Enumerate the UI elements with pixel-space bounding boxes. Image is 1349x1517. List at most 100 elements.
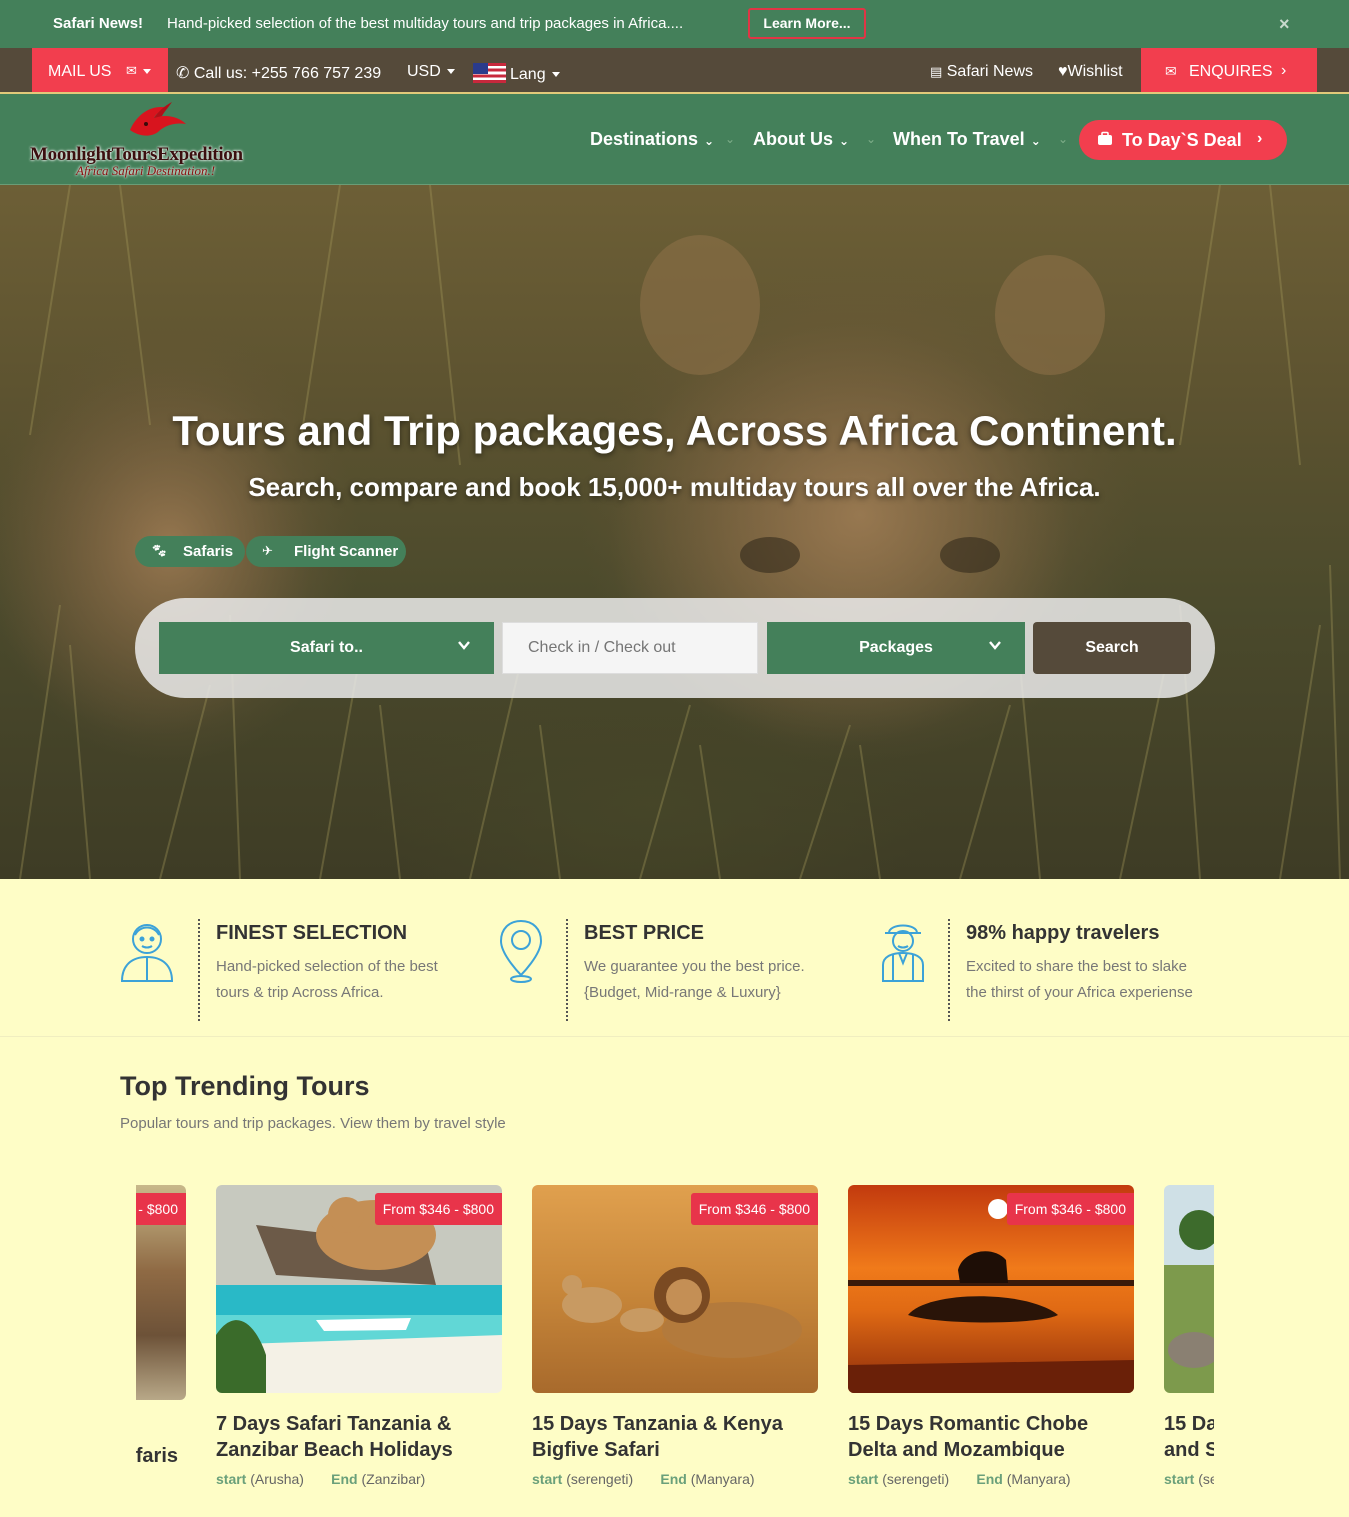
- utility-bar: MAIL US ✉ ✆ Call us: +255 766 757 239 US…: [0, 48, 1349, 94]
- location-pin-icon: [499, 919, 543, 983]
- chevron-down-icon: ⌄: [839, 134, 850, 148]
- hero-subtitle: Search, compare and book 15,000+ multida…: [248, 472, 1101, 502]
- trending-subtitle: Popular tours and trip packages. View th…: [120, 1115, 506, 1132]
- tour-title: faris: [136, 1445, 178, 1467]
- envelope-icon: ✉: [1165, 63, 1177, 79]
- paw-icon: 🐾︎: [151, 543, 168, 558]
- news-bar: Safari News! Hand-picked selection of th…: [0, 0, 1349, 48]
- chevron-right-icon: ›: [1281, 62, 1287, 79]
- chevron-down-icon: [458, 641, 470, 650]
- tour-card-partial[interactable]: 15 Da and S start (se: [1164, 1185, 1214, 1517]
- tour-title: 7 Days Safari Tanzania & Zanzibar Beach …: [216, 1413, 453, 1461]
- package-label: Packages: [859, 639, 933, 656]
- envelope-icon: ✉: [126, 63, 151, 79]
- tour-image: [1164, 1185, 1214, 1393]
- mail-us-button[interactable]: MAIL US ✉: [32, 48, 168, 92]
- learn-more-button[interactable]: Learn More...: [748, 8, 866, 39]
- us-flag-icon: [473, 63, 506, 83]
- tours-carousel[interactable]: - $800 faris From $346 - $800 7 Days Saf…: [136, 1185, 1214, 1517]
- destination-label: Safari to..: [290, 639, 363, 656]
- tab-safaris-label: Safaris: [183, 543, 234, 560]
- feature-divider: [566, 919, 568, 1021]
- feature-divider: [948, 919, 950, 1021]
- tour-meta: start (Arusha) End (Zanzibar): [216, 1471, 426, 1487]
- destination-select[interactable]: Safari to..: [159, 622, 494, 674]
- feature-description: Hand-picked selection of the best tours &…: [216, 958, 438, 1001]
- wishlist-link[interactable]: ♥Wishlist: [1058, 63, 1123, 81]
- news-title: Safari News!: [53, 15, 144, 32]
- phone-icon: ✆: [176, 65, 190, 82]
- todays-deal-button[interactable]: To Day`S Deal ›: [1079, 120, 1287, 160]
- briefcase-icon: [1098, 131, 1112, 145]
- feature-title: FINEST SELECTION: [216, 922, 408, 944]
- nav-separator: ⌄: [1058, 132, 1069, 146]
- tab-safaris[interactable]: 🐾︎ Safaris: [135, 536, 245, 567]
- hero-banner: Tours and Trip packages, Across Africa C…: [0, 185, 1349, 879]
- tour-card[interactable]: From $346 - $800 15 Days Tanzania & Keny…: [532, 1185, 818, 1517]
- hero-background-image: [0, 185, 1341, 879]
- chevron-down-icon: [446, 69, 455, 75]
- tour-price: From $346 - $800: [690, 1193, 818, 1225]
- todays-deal-label: To Day`S Deal: [1122, 130, 1242, 150]
- tour-meta: start (se: [1164, 1471, 1214, 1487]
- chevron-down-icon: [551, 72, 560, 78]
- safari-news-label: Safari News: [946, 63, 1033, 80]
- currency-label: USD: [407, 63, 441, 80]
- call-us-label: Call us: +255 766 757 239: [193, 65, 382, 82]
- tour-meta: start (serengeti) End (Manyara): [848, 1471, 1071, 1487]
- tour-meta: start (serengeti) End (Manyara): [532, 1471, 755, 1487]
- feature-best-price: BEST PRICE We guarantee you the best pri…: [499, 879, 859, 1037]
- dates-input[interactable]: [502, 622, 758, 674]
- tour-title: 15 Days Romantic Chobe Delta and Mozambi…: [848, 1413, 1089, 1461]
- newspaper-icon: ▤: [930, 64, 943, 79]
- tour-card[interactable]: From $346 - $800 7 Days Safari Tanzania …: [216, 1185, 502, 1517]
- chevron-right-icon: ›: [1257, 130, 1263, 147]
- enquires-label: ENQUIRES: [1189, 63, 1273, 80]
- tour-price: - $800: [136, 1193, 186, 1225]
- feature-title: BEST PRICE: [584, 922, 705, 944]
- wishlist-label: Wishlist: [1067, 63, 1123, 80]
- tour-price: From $346 - $800: [374, 1193, 502, 1225]
- tour-card-partial[interactable]: - $800 faris: [136, 1185, 186, 1517]
- nav-about-us-label: About Us: [753, 129, 833, 149]
- tour-card[interactable]: From $346 - $800 15 Days Romantic Chobe …: [848, 1185, 1134, 1517]
- feature-happy-travelers: 98% happy travelers Excited to share the…: [879, 879, 1239, 1037]
- feature-description: We guarantee you the best price. {Budget,…: [584, 958, 805, 1001]
- call-us-link[interactable]: ✆ Call us: +255 766 757 239: [176, 63, 381, 83]
- chevron-down-icon: ⌄: [1030, 134, 1041, 148]
- main-nav: MoonlightToursExpedition Africa Safari D…: [0, 94, 1349, 185]
- language-select[interactable]: Lang: [473, 63, 560, 84]
- nav-separator: ⌄: [866, 132, 877, 146]
- tab-flight-scanner-label: Flight Scanner: [294, 543, 399, 560]
- trending-title: Top Trending Tours: [120, 1071, 370, 1101]
- feature-finest-selection: FINEST SELECTION Hand-picked selection o…: [118, 879, 478, 1037]
- nav-about-us[interactable]: About Us ⌄: [753, 129, 849, 150]
- mail-us-label: MAIL US: [48, 63, 112, 80]
- tab-flight-scanner[interactable]: ✈ Flight Scanner: [246, 536, 406, 567]
- tour-title: 15 Da and S: [1164, 1413, 1214, 1461]
- chevron-down-icon: ⌄: [704, 134, 715, 148]
- plane-icon: ✈: [262, 543, 273, 558]
- nav-when-to-travel[interactable]: When To Travel ⌄: [893, 129, 1041, 150]
- logo[interactable]: MoonlightToursExpedition Africa Safari D…: [30, 100, 280, 180]
- hero-title: Tours and Trip packages, Across Africa C…: [172, 407, 1177, 454]
- safari-news-link[interactable]: ▤ Safari News: [930, 63, 1033, 81]
- brand-tagline: Africa Safari Destination.!: [76, 163, 216, 178]
- package-select[interactable]: Packages: [767, 622, 1025, 674]
- feature-description: Excited to share the best to slake the th…: [966, 958, 1193, 1001]
- feature-title: 98% happy travelers: [966, 922, 1160, 944]
- language-label: Lang: [510, 66, 546, 83]
- nav-when-to-travel-label: When To Travel: [893, 129, 1025, 149]
- enquires-button[interactable]: ✉ ENQUIRES ›: [1141, 48, 1317, 92]
- nav-destinations[interactable]: Destinations ⌄: [590, 129, 714, 150]
- feature-divider: [198, 919, 200, 1021]
- news-text: Hand-picked selection of the best multid…: [167, 15, 684, 32]
- search-button[interactable]: Search: [1033, 622, 1191, 674]
- close-icon[interactable]: ×: [1279, 15, 1290, 33]
- currency-select[interactable]: USD: [407, 63, 455, 81]
- traveler-icon: [882, 924, 924, 982]
- tour-price: From $346 - $800: [1006, 1193, 1134, 1225]
- person-icon: [120, 924, 174, 982]
- nav-destinations-label: Destinations: [590, 129, 699, 149]
- search-form: Safari to.. Packages Search: [135, 598, 1215, 698]
